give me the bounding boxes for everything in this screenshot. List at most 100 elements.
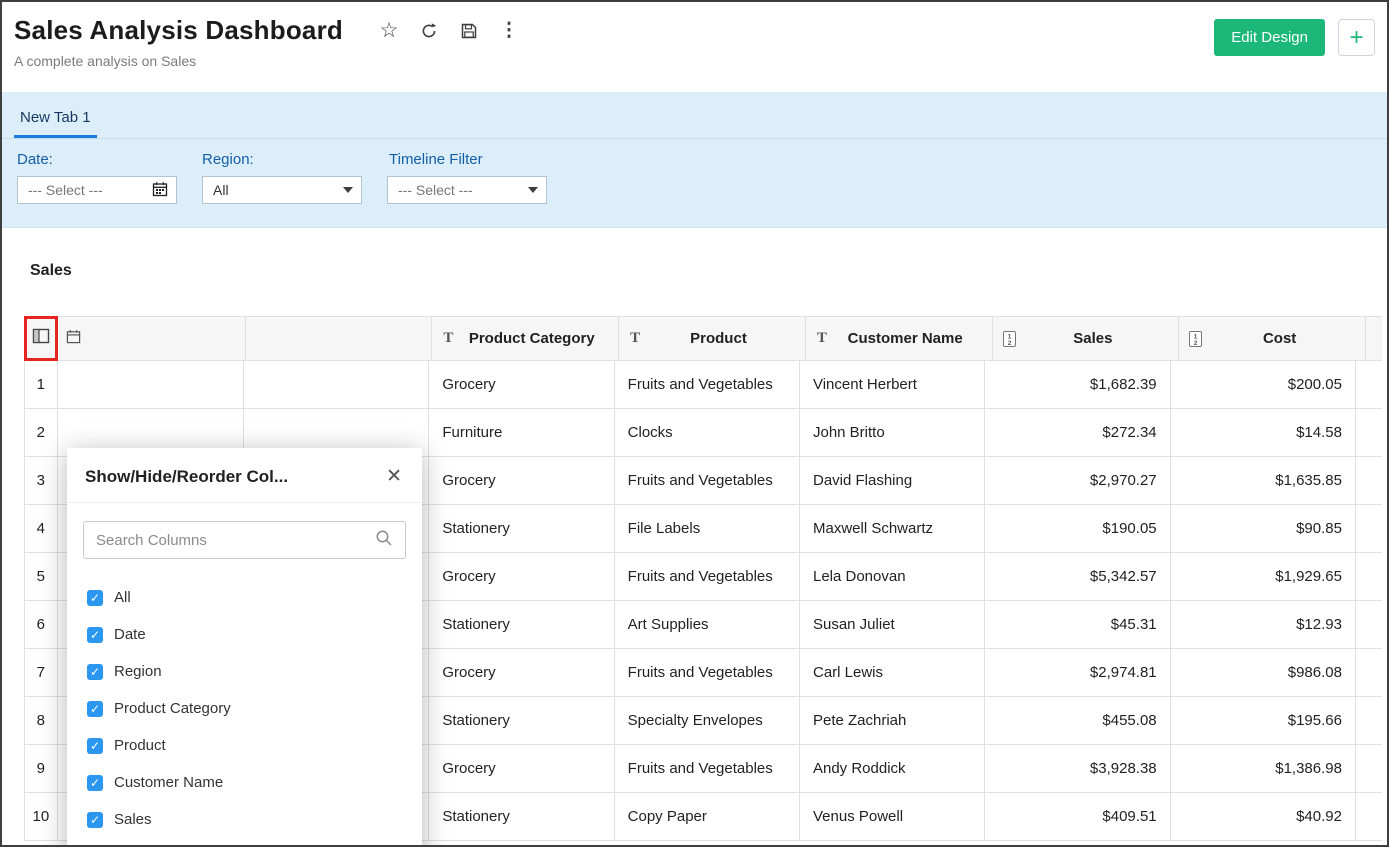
sales-cell: $5,342.57 — [985, 553, 1170, 601]
row-number-cell: 7 — [25, 649, 58, 697]
calendar-icon — [152, 181, 168, 200]
cost-cell: $1,386.98 — [1171, 745, 1356, 793]
column-toggle-item[interactable]: Product — [87, 727, 406, 764]
column-toggle-item[interactable]: Sales — [87, 801, 406, 838]
region-column-header[interactable] — [246, 317, 433, 361]
filler-cell — [1356, 697, 1382, 745]
add-button[interactable]: + — [1338, 19, 1375, 56]
column-chooser-icon — [31, 326, 51, 351]
modal-title: Show/Hide/Reorder Col... — [85, 467, 288, 487]
checkbox-checked-icon[interactable] — [87, 590, 103, 606]
checkbox-checked-icon[interactable] — [87, 627, 103, 643]
product-cell: Clocks — [615, 409, 800, 457]
filler-cell — [1356, 601, 1382, 649]
checkbox-checked-icon[interactable] — [87, 701, 103, 717]
product-category-cell: Stationery — [429, 601, 614, 649]
column-header-label: Product Category — [453, 329, 610, 348]
column-toggle-item[interactable]: Product Category — [87, 690, 406, 727]
checkbox-checked-icon[interactable] — [87, 812, 103, 828]
column-toggle-item[interactable]: Region — [87, 653, 406, 690]
column-toggle-item[interactable]: Customer Name — [87, 764, 406, 801]
column-toggle-item[interactable]: Cost — [87, 838, 406, 847]
product-cell: Art Supplies — [615, 601, 800, 649]
filler-cell — [1356, 553, 1382, 601]
header-actions: Edit Design + — [1214, 15, 1375, 92]
row-number-cell: 3 — [25, 457, 58, 505]
column-toggle-label: Product — [114, 737, 166, 754]
svg-text:2: 2 — [1194, 340, 1198, 347]
filter-label-region: Region: — [202, 151, 362, 168]
checkbox-checked-icon[interactable] — [87, 738, 103, 754]
customer-name-cell: Andy Roddick — [800, 745, 985, 793]
sales-cell: $45.31 — [985, 601, 1170, 649]
column-toggle-label: Date — [114, 626, 146, 643]
checkbox-checked-icon[interactable] — [87, 664, 103, 680]
date-column-header[interactable] — [58, 317, 246, 361]
sales-cell: $2,970.27 — [985, 457, 1170, 505]
row-number-cell: 1 — [25, 361, 58, 409]
more-options-icon[interactable] — [499, 21, 519, 41]
close-icon[interactable] — [386, 465, 402, 488]
modal-header: Show/Hide/Reorder Col... — [67, 448, 422, 503]
sales-column-header[interactable]: 12 Sales — [993, 317, 1180, 361]
product-category-cell: Stationery — [429, 505, 614, 553]
column-toggle-label: Sales — [114, 811, 152, 828]
show-hide-columns-button[interactable] — [25, 317, 58, 361]
product-cell: Fruits and Vegetables — [615, 553, 800, 601]
filler-cell — [1356, 745, 1382, 793]
dashboard-content: Sales T Product Category — [2, 227, 1387, 845]
column-toggle-item[interactable]: All — [87, 579, 406, 616]
search-columns-box — [83, 521, 406, 559]
text-column-icon: T — [627, 329, 640, 348]
column-toggle-item[interactable]: Date — [87, 616, 406, 653]
numeric-column-icon: 12 — [1003, 331, 1016, 347]
filler-cell — [1356, 649, 1382, 697]
product-category-cell: Grocery — [429, 553, 614, 601]
save-icon[interactable] — [459, 21, 479, 41]
filler-header-cell — [1366, 317, 1382, 361]
row-number-cell: 2 — [25, 409, 58, 457]
region-filter-select[interactable]: All — [202, 176, 362, 204]
product-category-column-header[interactable]: T Product Category — [432, 317, 619, 361]
sales-cell: $455.08 — [985, 697, 1170, 745]
customer-name-cell: Pete Zachriah — [800, 697, 985, 745]
app-header: Sales Analysis Dashboard A complete anal… — [2, 2, 1387, 92]
widget-title: Sales — [30, 262, 1387, 280]
row-number-cell: 8 — [25, 697, 58, 745]
tab-new-tab-1[interactable]: New Tab 1 — [14, 98, 97, 138]
cost-cell: $986.08 — [1171, 649, 1356, 697]
cost-column-header[interactable]: 12 Cost — [1179, 317, 1366, 361]
table-header-row: T Product Category T Product T Customer … — [25, 317, 1382, 361]
filter-label-timeline: Timeline Filter — [389, 151, 547, 168]
search-columns-input[interactable] — [96, 532, 375, 549]
product-column-header[interactable]: T Product — [619, 317, 806, 361]
row-number-cell: 6 — [25, 601, 58, 649]
customer-name-column-header[interactable]: T Customer Name — [806, 317, 993, 361]
sales-cell: $190.05 — [985, 505, 1170, 553]
row-number-cell: 5 — [25, 553, 58, 601]
region-filter-value: All — [213, 182, 229, 198]
cost-cell: $12.93 — [1171, 601, 1356, 649]
customer-name-cell: Lela Donovan — [800, 553, 985, 601]
chevron-down-icon — [528, 187, 538, 193]
filter-label-date: Date: — [17, 151, 177, 168]
favorite-star-icon[interactable] — [379, 21, 399, 41]
product-category-cell: Grocery — [429, 457, 614, 505]
table-row: 1 Grocery Fruits and Vegetables Vincent … — [25, 361, 1382, 409]
product-category-cell: Stationery — [429, 793, 614, 841]
numeric-column-icon: 12 — [1189, 331, 1202, 347]
cost-cell: $1,635.85 — [1171, 457, 1356, 505]
svg-text:2: 2 — [1007, 340, 1011, 347]
date-filter-select[interactable]: --- Select --- — [17, 176, 177, 204]
product-category-cell: Grocery — [429, 745, 614, 793]
edit-design-button[interactable]: Edit Design — [1214, 19, 1325, 56]
row-number-cell: 10 — [25, 793, 58, 841]
timeline-filter-select[interactable]: --- Select --- — [387, 176, 547, 204]
checkbox-checked-icon[interactable] — [87, 775, 103, 791]
cost-cell: $40.92 — [1171, 793, 1356, 841]
filler-cell — [1356, 793, 1382, 841]
refresh-icon[interactable] — [419, 21, 439, 41]
column-header-label: Cost — [1202, 329, 1357, 348]
column-header-label: Product — [640, 329, 797, 348]
chevron-down-icon — [343, 187, 353, 193]
